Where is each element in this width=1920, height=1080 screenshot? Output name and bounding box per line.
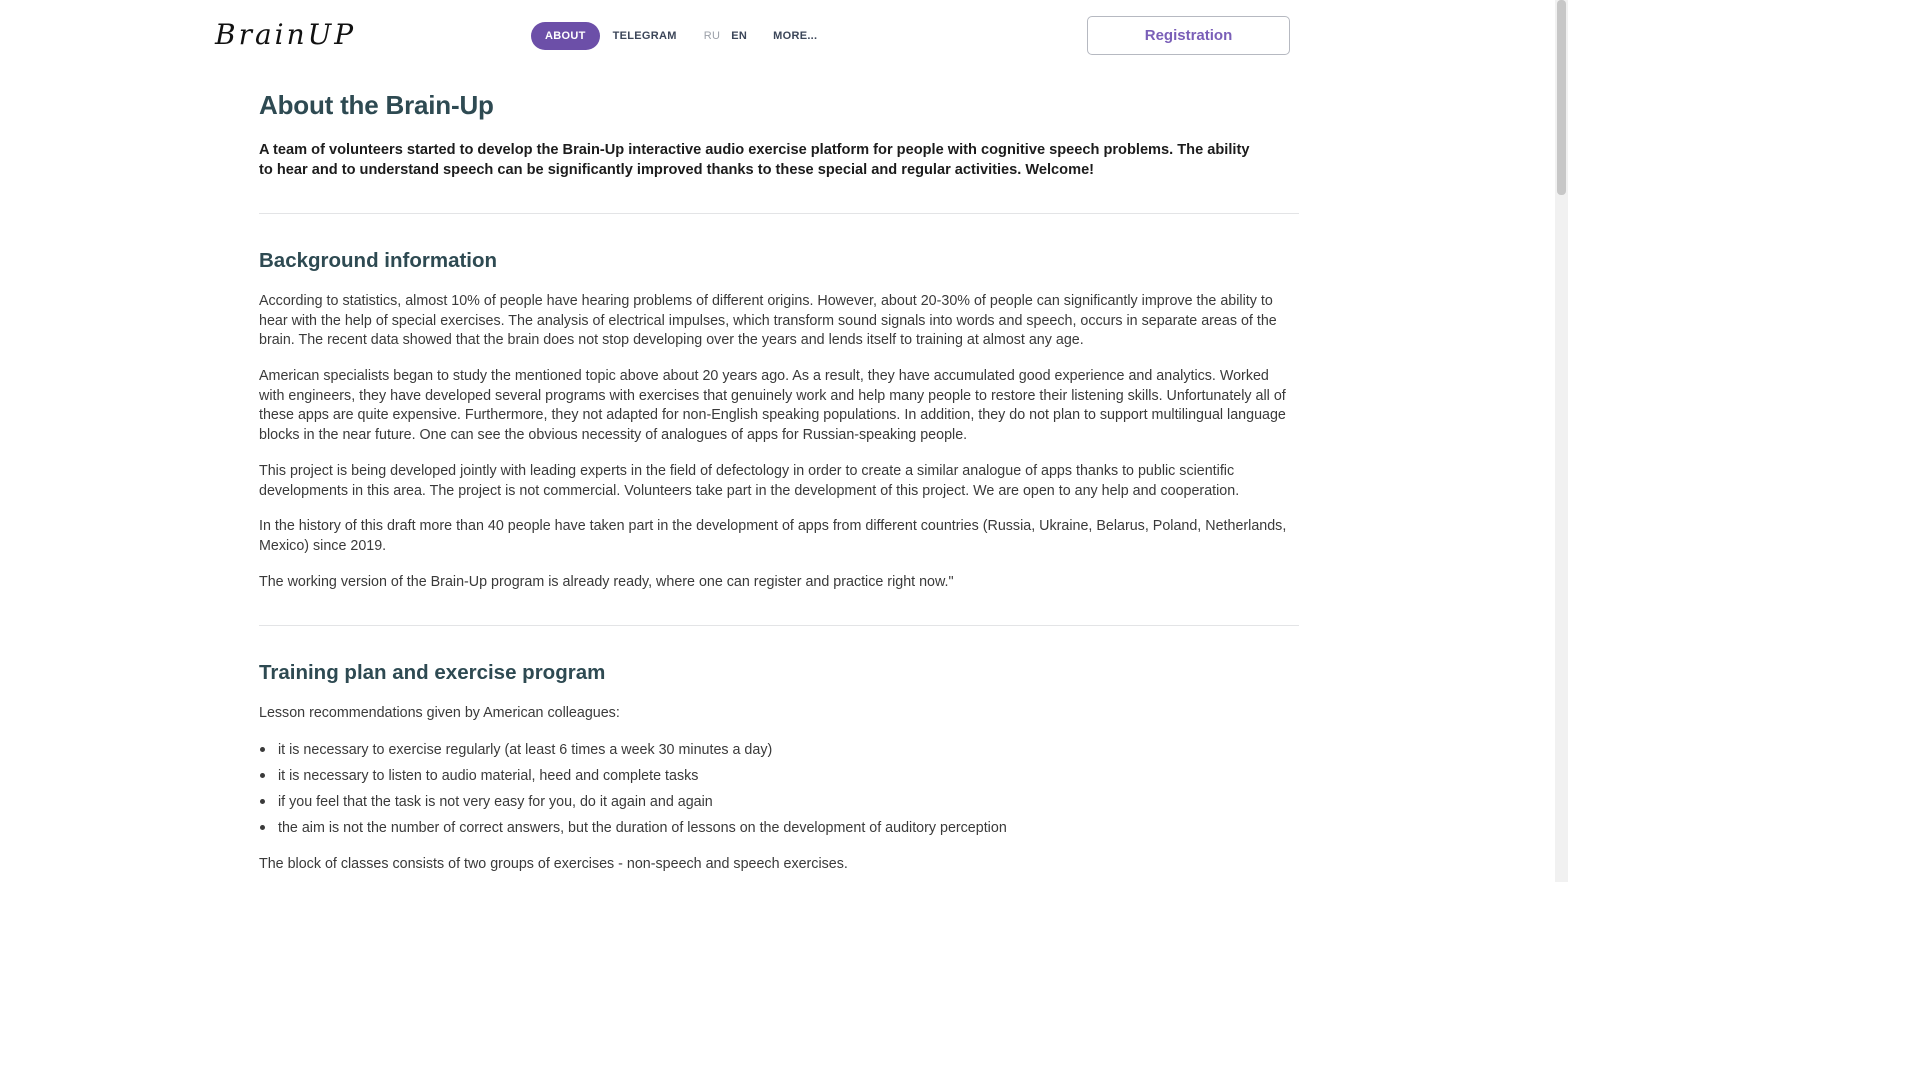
- page-title: About the Brain-Up: [259, 90, 494, 120]
- background-paragraph: This project is being developed jointly …: [259, 463, 1240, 499]
- list-item-text: it is necessary to listen to audio mater…: [278, 768, 699, 784]
- brainup-logo[interactable]: BrainUP: [215, 18, 356, 51]
- divider: [259, 625, 1299, 626]
- background-paragraph: According to statistics, almost 10% of p…: [259, 293, 1277, 348]
- bullet-icon: [260, 747, 265, 752]
- bullet-icon: [260, 825, 265, 830]
- list-item-text: if you feel that the task is not very ea…: [278, 794, 713, 810]
- scrollbar-thumb[interactable]: [1557, 0, 1566, 195]
- list-item-text: it is necessary to exercise regularly (a…: [278, 742, 773, 758]
- bullet-icon: [260, 799, 265, 804]
- intro-lead: A team of volunteers started to develop …: [259, 142, 1250, 178]
- nav-telegram[interactable]: TELEGRAM: [613, 30, 677, 42]
- list-item: the aim is not the number of correct ans…: [259, 818, 1007, 844]
- nav-about[interactable]: ABOUT: [531, 22, 600, 50]
- background-heading: Background information: [259, 249, 498, 272]
- training-outro: The block of classes consists of two gro…: [259, 856, 848, 872]
- list-item: it is necessary to listen to audio mater…: [259, 766, 1007, 792]
- training-heading: Training plan and exercise program: [259, 661, 606, 684]
- lang-ru[interactable]: RU: [704, 30, 721, 42]
- background-paragraph: American specialists began to study the …: [259, 368, 1286, 443]
- background-paragraph: In the history of this draft more than 4…: [259, 518, 1287, 554]
- nav-more[interactable]: MORE...: [773, 30, 817, 42]
- bullet-icon: [260, 773, 265, 778]
- site-header: BrainUP ABOUT TELEGRAM RU EN MORE... Reg…: [0, 0, 1555, 72]
- list-item: it is necessary to exercise regularly (a…: [259, 740, 1007, 766]
- page-scrollbar[interactable]: [1555, 0, 1568, 882]
- divider: [259, 213, 1299, 214]
- training-intro: Lesson recommendations given by American…: [259, 705, 620, 721]
- lang-en[interactable]: EN: [731, 30, 747, 42]
- list-item: if you feel that the task is not very ea…: [259, 792, 1007, 818]
- list-item-text: the aim is not the number of correct ans…: [278, 820, 1007, 836]
- registration-button[interactable]: Registration: [1087, 16, 1290, 55]
- main-nav: ABOUT TELEGRAM RU EN MORE...: [531, 22, 817, 50]
- background-paragraph: The working version of the Brain-Up prog…: [259, 574, 954, 590]
- recommendations-list: it is necessary to exercise regularly (a…: [259, 740, 1007, 844]
